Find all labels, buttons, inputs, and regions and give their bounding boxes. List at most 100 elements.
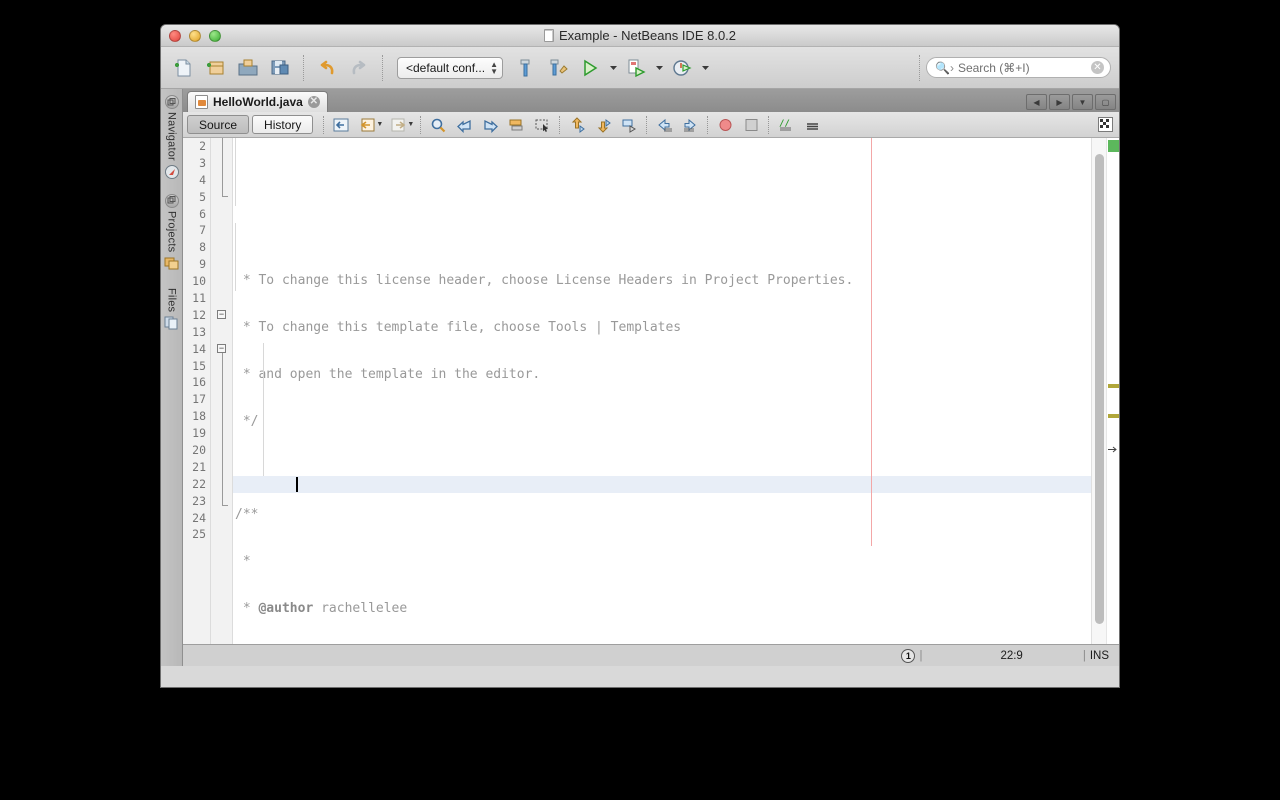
line-number: 3 (183, 155, 206, 172)
undo-button[interactable] (312, 53, 342, 83)
code-line-7: /** (235, 507, 258, 522)
editor-toolbar: Source History ▼ ▼ (183, 112, 1119, 138)
line-number: 8 (183, 239, 206, 256)
new-project-button[interactable] (201, 53, 231, 83)
profile-project-button[interactable] (667, 53, 697, 83)
next-tab-button[interactable]: ▶ (1049, 94, 1070, 110)
error-stripe[interactable] (1106, 138, 1119, 644)
stripe-warning-2[interactable] (1108, 414, 1119, 418)
window-title: Example - NetBeans IDE 8.0.2 (559, 28, 736, 43)
uncomment-button[interactable] (799, 114, 825, 136)
configuration-dropdown[interactable]: <default conf... ▲▼ (397, 57, 503, 79)
start-macro-button[interactable] (712, 114, 738, 136)
sidebar-item-files[interactable]: Files (164, 285, 180, 331)
text-caret (296, 477, 298, 492)
toggle-rectangular-selection-button[interactable] (529, 114, 555, 136)
document-tab-helloworld[interactable]: HelloWorld.java ✕ (187, 91, 328, 112)
sidebar-item-label: Files (166, 288, 178, 312)
toolbar-separator-3 (919, 55, 920, 81)
scrollbar-thumb[interactable] (1095, 154, 1104, 624)
vertical-scrollbar[interactable] (1091, 138, 1106, 644)
line-number: 19 (183, 425, 206, 442)
previous-tab-button[interactable]: ◀ (1026, 94, 1047, 110)
tab-source[interactable]: Source (187, 115, 249, 134)
status-divider-2: | (1083, 650, 1086, 662)
line-number: 12 (183, 307, 206, 324)
run-project-button[interactable] (575, 53, 605, 83)
stop-macro-button[interactable] (738, 114, 764, 136)
debug-dropdown-caret[interactable] (653, 53, 665, 83)
profile-dropdown-caret[interactable] (699, 53, 711, 83)
code-line-9: * @author rachellelee (233, 601, 1091, 618)
clear-search-icon[interactable]: ✕ (1091, 61, 1104, 74)
forward-dropdown-caret[interactable]: ▼ (407, 121, 414, 128)
fold-toggle-imports[interactable]: − (217, 310, 226, 319)
line-number: 24 (183, 510, 206, 527)
comment-guide-javadoc (235, 223, 236, 291)
tab-controls: ◀ ▶ ▼ ▢ (1026, 94, 1119, 112)
line-number: 4 (183, 172, 206, 189)
close-tab-icon[interactable]: ✕ (308, 96, 320, 108)
editor-toolbar-separator-5 (707, 116, 708, 134)
code-fold-gutter[interactable]: − − (211, 138, 233, 644)
open-project-button[interactable] (233, 53, 263, 83)
line-number: 25 (183, 526, 206, 543)
stripe-status-ok (1108, 140, 1119, 152)
compass-icon (164, 164, 180, 180)
stripe-warning-1[interactable] (1108, 384, 1119, 388)
new-file-button[interactable] (169, 53, 199, 83)
find-selection-button[interactable] (425, 114, 451, 136)
run-dropdown-caret[interactable] (607, 53, 619, 83)
caret-position: 22:9 (1000, 650, 1022, 662)
toggle-highlight-button[interactable] (503, 114, 529, 136)
code-editor[interactable]: 2345678910111213141516171819202122232425… (183, 138, 1119, 644)
tab-list-dropdown-button[interactable]: ▼ (1072, 94, 1093, 110)
code-text-area[interactable]: * To change this license header, choose … (233, 138, 1091, 644)
fold-toggle-main[interactable]: − (217, 344, 226, 353)
minimize-window-group-icon[interactable] (165, 95, 179, 109)
document-tab-label: HelloWorld.java (213, 95, 303, 109)
line-number: 18 (183, 408, 206, 425)
workspace: Navigator Projects (161, 89, 1119, 666)
line-number: 20 (183, 442, 206, 459)
sidebar-item-navigator[interactable]: Navigator (164, 95, 180, 180)
comment-button[interactable]: // (773, 114, 799, 136)
debug-project-button[interactable] (621, 53, 651, 83)
back-dropdown-caret[interactable]: ▼ (376, 121, 383, 128)
java-file-icon (195, 95, 208, 109)
document-icon (544, 29, 554, 42)
search-placeholder: Search (⌘+I) (958, 61, 1091, 75)
main-toolbar: <default conf... ▲▼ (161, 47, 1119, 89)
code-line-8: * (235, 554, 251, 569)
right-margin-line (871, 138, 872, 546)
title-bar: Example - NetBeans IDE 8.0.2 (161, 25, 1119, 47)
next-bookmark-button[interactable] (590, 114, 616, 136)
tab-history[interactable]: History (252, 115, 313, 134)
shift-left-button[interactable] (651, 114, 677, 136)
maximize-editor-button[interactable]: ▢ (1095, 94, 1116, 110)
find-next-button[interactable] (477, 114, 503, 136)
configuration-value: <default conf... (406, 61, 486, 75)
toggle-bookmark-button[interactable] (616, 114, 642, 136)
redo-button[interactable] (344, 53, 374, 83)
editor-toolbar-separator-6 (768, 116, 769, 134)
last-edit-button[interactable] (328, 114, 354, 136)
indent-guide-main (263, 343, 264, 476)
editor-toolbar-separator-2 (420, 116, 421, 134)
status-badge[interactable]: 1 (901, 649, 915, 663)
line-number: 2 (183, 138, 206, 155)
search-input[interactable]: 🔍› Search (⌘+I) ✕ (926, 57, 1111, 78)
previous-bookmark-button[interactable] (564, 114, 590, 136)
line-number: 13 (183, 324, 206, 341)
left-dock-rail: Navigator Projects (161, 89, 183, 666)
minimize-window-group-icon-2[interactable] (165, 194, 179, 208)
line-number: 6 (183, 206, 206, 223)
code-line-3: * To change this template file, choose T… (235, 320, 681, 335)
clean-build-button[interactable] (543, 53, 573, 83)
checkerboard-icon[interactable] (1098, 117, 1113, 132)
shift-right-button[interactable] (677, 114, 703, 136)
build-project-button[interactable] (511, 53, 541, 83)
sidebar-item-projects[interactable]: Projects (164, 194, 180, 271)
find-previous-button[interactable] (451, 114, 477, 136)
save-all-button[interactable] (265, 53, 295, 83)
